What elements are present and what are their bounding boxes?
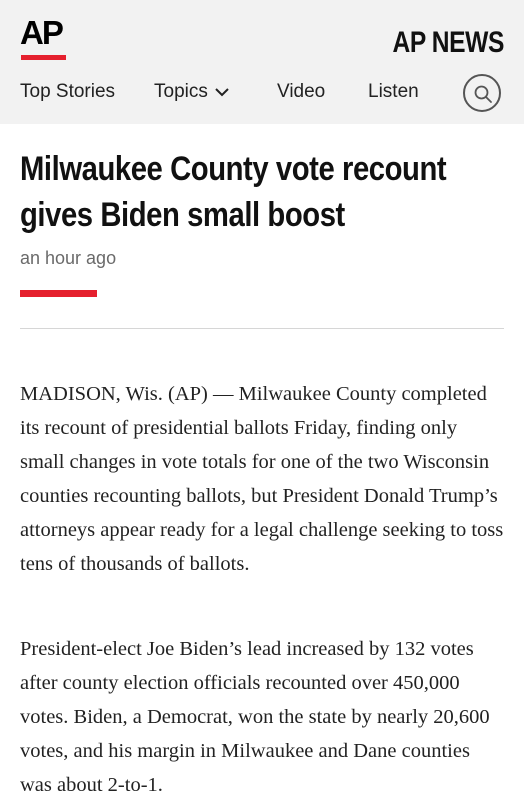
search-icon [474,85,492,103]
main-nav: Top Stories Topics Video Listen [0,74,524,114]
chevron-down-icon [215,88,229,97]
ap-logo[interactable]: AP [20,14,66,60]
ap-logo-underline [21,55,66,60]
divider [20,328,504,329]
search-button[interactable] [463,74,501,112]
site-header: AP AP NEWS Top Stories Topics Video List… [0,0,524,124]
nav-video[interactable]: Video [277,80,325,104]
ap-logo-text: AP [20,14,64,51]
nav-top-stories[interactable]: Top Stories [20,80,115,104]
article-paragraph: President-elect Joe Biden’s lead increas… [20,638,490,796]
article-headline: Milwaukee County vote recount gives Bide… [20,150,447,234]
nav-topics-label: Topics [154,81,208,102]
headline-accent-bar [20,290,97,297]
brand-title[interactable]: AP NEWS [393,26,505,60]
nav-topics[interactable]: Topics [154,80,230,104]
article-paragraph: MADISON, Wis. (AP) — Milwaukee County co… [20,383,504,575]
article-timestamp: an hour ago [20,248,117,268]
nav-listen[interactable]: Listen [368,80,419,104]
